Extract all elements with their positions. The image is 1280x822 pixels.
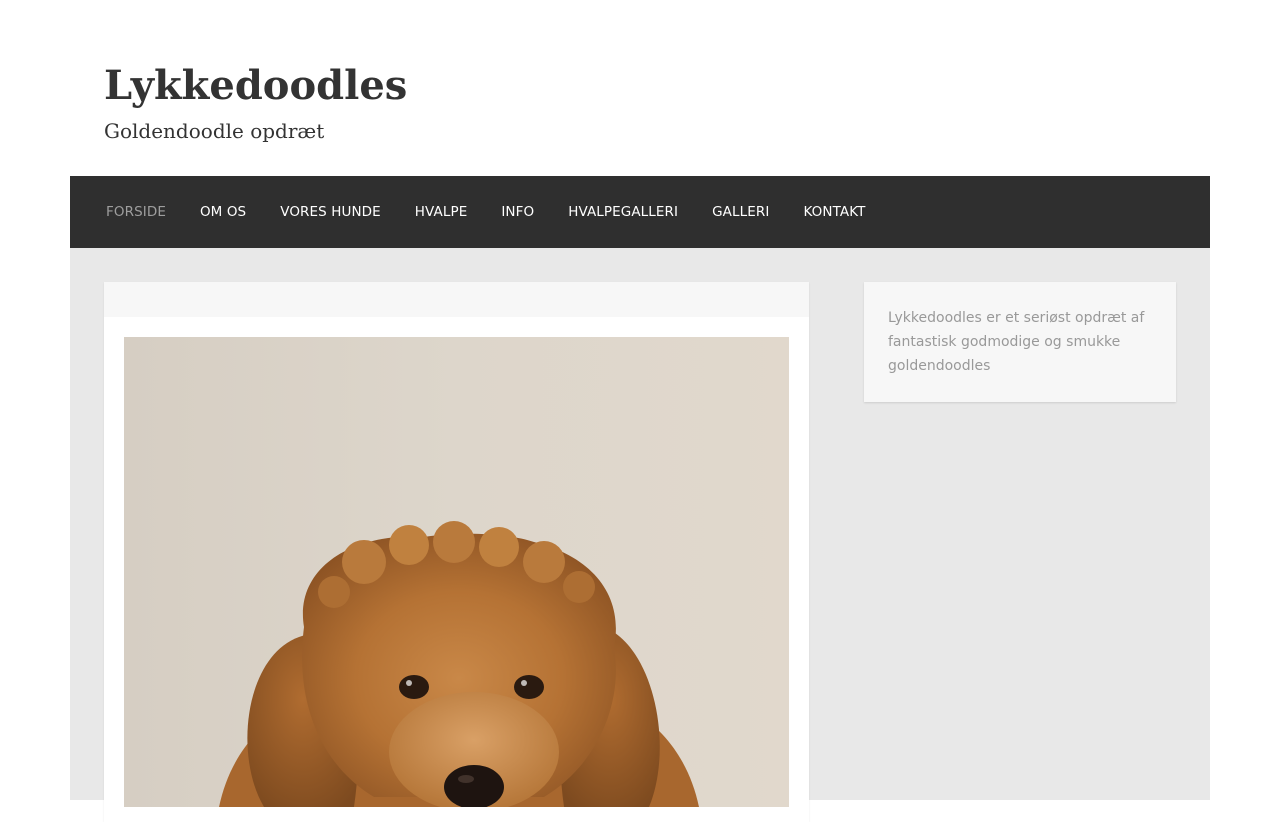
content-area: Lykkedoodles er et seriøst opdræt af fan… (70, 248, 1210, 822)
site-header: Lykkedoodles Goldendoodle opdræt (70, 0, 1210, 176)
nav-item-info[interactable]: INFO (484, 176, 551, 248)
site-title[interactable]: Lykkedoodles (104, 60, 407, 112)
nav-item-hvalpe[interactable]: HVALPE (398, 176, 485, 248)
nav-item-vores-hunde[interactable]: VORES HUNDE (263, 176, 398, 248)
sidebar-text-widget: Lykkedoodles er et seriøst opdræt af fan… (864, 282, 1176, 402)
puppy-illustration (219, 521, 699, 807)
nav-item-galleri[interactable]: GALLERI (695, 176, 786, 248)
main-post-card (104, 282, 809, 822)
site-wrapper: Lykkedoodles Goldendoodle opdræt FORSIDE… (70, 0, 1210, 822)
nav-item-forside[interactable]: FORSIDE (89, 176, 183, 248)
nav-item-hvalpegalleri[interactable]: HVALPEGALLERI (551, 176, 695, 248)
puppy-photo[interactable] (124, 337, 789, 807)
nav-item-om-os[interactable]: OM OS (183, 176, 263, 248)
nav-menu: FORSIDE OM OS VORES HUNDE HVALPE INFO HV… (70, 176, 1210, 248)
post-header-bar (104, 282, 809, 317)
sidebar-description: Lykkedoodles er et seriøst opdræt af fan… (888, 310, 1145, 374)
site-tagline: Goldendoodle opdræt (104, 119, 325, 143)
nav-item-kontakt[interactable]: KONTAKT (786, 176, 882, 248)
main-navigation: FORSIDE OM OS VORES HUNDE HVALPE INFO HV… (70, 176, 1210, 248)
